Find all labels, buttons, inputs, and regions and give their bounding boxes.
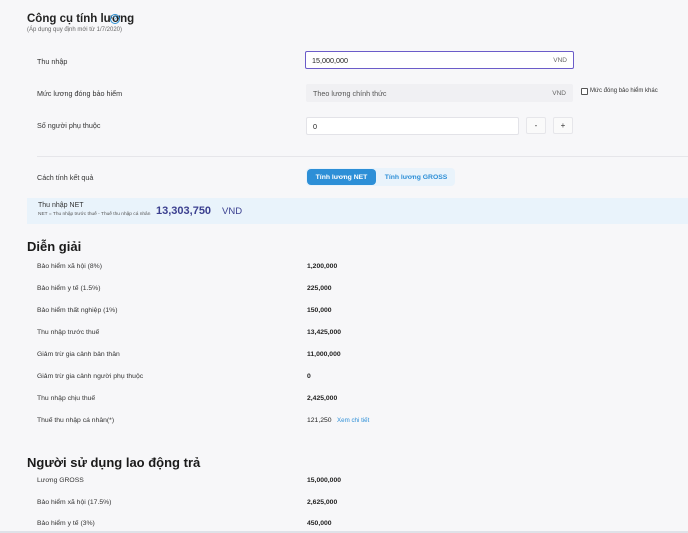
employer-row-label: Bảo hiểm y tế (3%)	[37, 520, 95, 527]
income-unit: VND	[553, 56, 567, 64]
insurance-salary-unit: VND	[552, 89, 566, 97]
insurance-salary-value: Theo lương chính thức	[313, 88, 387, 98]
section-divider	[37, 156, 688, 157]
dependents-decrement-button[interactable]: -	[526, 117, 546, 134]
explanation-row-value: 1,200,000	[307, 263, 338, 270]
employer-row-value: 15,000,000	[307, 477, 342, 484]
gross-mode-button[interactable]: Tính lương GROSS	[378, 169, 454, 185]
insurance-salary-label: Mức lương đóng bảo hiểm	[37, 89, 123, 98]
explanation-row-label: Bảo hiểm thất nghiệp (1%)	[37, 307, 118, 314]
explanation-row-value: 13,425,000	[307, 329, 342, 336]
result-label: Thu nhập NET	[38, 202, 84, 209]
explanation-row-label: Giảm trừ gia cảnh người phụ thuộc	[37, 373, 144, 380]
explanation-row-label: Bảo hiểm xã hội (8%)	[37, 263, 102, 270]
employer-row-value: 450,000	[307, 520, 332, 527]
dependents-label: Số người phụ thuộc	[37, 121, 101, 130]
explanation-heading: Diễn giải	[27, 239, 82, 254]
explanation-row-label: Thu nhập chịu thuế	[37, 395, 96, 402]
other-insurance-label[interactable]: Mức đóng bảo hiểm khác	[590, 88, 658, 94]
tax-detail-link[interactable]: Xem chi tiết	[337, 417, 369, 424]
net-mode-button[interactable]: Tính lương NET	[307, 169, 376, 185]
explanation-row-label: Thuế thu nhập cá nhân(*)	[37, 417, 115, 424]
other-insurance-checkbox[interactable]	[581, 88, 588, 95]
income-input[interactable]: 15,000,000 VND	[305, 51, 574, 69]
income-label: Thu nhập	[37, 57, 68, 66]
explanation-row-value: 150,000	[307, 307, 332, 314]
dependents-increment-button[interactable]: +	[553, 117, 573, 134]
explanation-row-value: 225,000	[307, 285, 332, 292]
result-unit: VND	[222, 206, 243, 217]
income-value: 15,000,000	[312, 55, 348, 65]
page-subtitle: (Áp dụng quy định mới từ 1/7/2020)	[27, 27, 123, 33]
employer-row-label: Bảo hiểm xã hội (17.5%)	[37, 499, 112, 506]
help-icon[interactable]: ?	[110, 14, 120, 24]
calc-mode-label: Cách tính kết quả	[37, 173, 94, 182]
explanation-row-value: 11,000,000	[307, 351, 341, 358]
dependents-input[interactable]: 0	[306, 117, 519, 135]
explanation-row-value: 121,250	[307, 417, 332, 424]
result-panel	[27, 198, 688, 224]
result-amount: 13,303,750	[156, 205, 212, 217]
explanation-row-label: Giảm trừ gia cảnh bản thân	[37, 351, 120, 358]
insurance-salary-field: Theo lương chính thức VND	[306, 84, 573, 102]
explanation-row-label: Thu nhập trước thuế	[37, 329, 100, 336]
dependents-value: 0	[313, 121, 317, 131]
explanation-row-value: 0	[307, 373, 311, 380]
employer-row-label: Lương GROSS	[37, 477, 84, 484]
explanation-row-value: 2,425,000	[307, 395, 338, 402]
result-formula: NET = Thu nhập trước thuế - Thuế thu nhậ…	[38, 212, 151, 217]
employer-row-value: 2,625,000	[307, 499, 338, 506]
employer-heading: Người sử dụng lao động trả	[27, 455, 201, 470]
explanation-row-label: Bảo hiểm y tế (1.5%)	[37, 285, 101, 292]
